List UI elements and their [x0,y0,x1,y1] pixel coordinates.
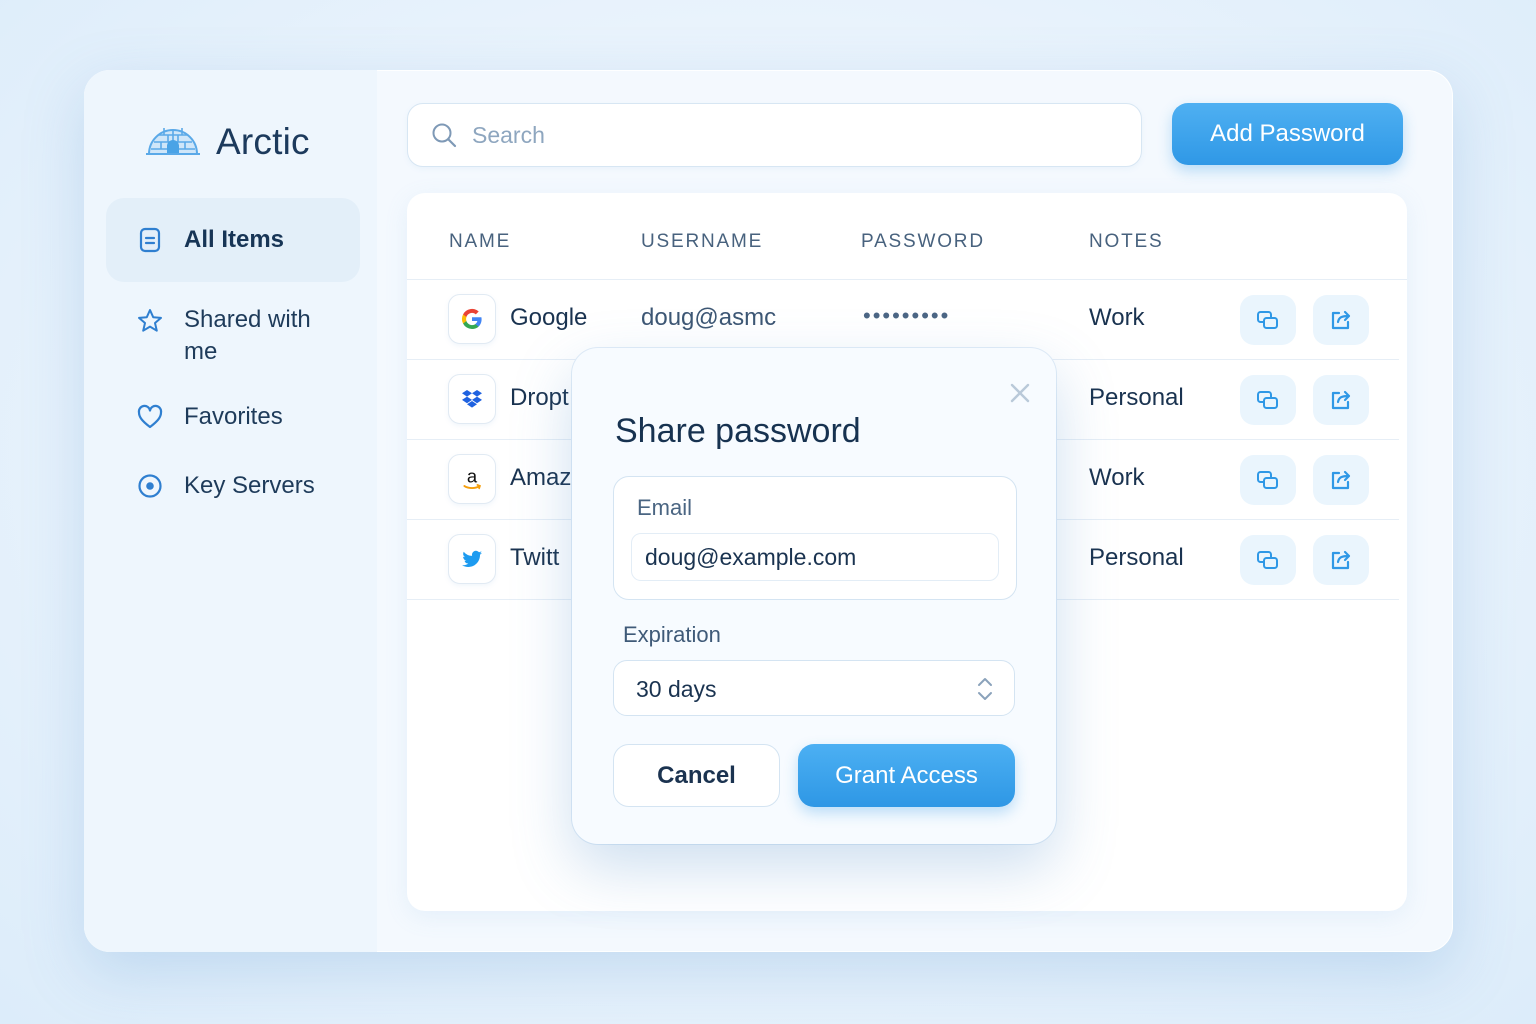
svg-text:a: a [467,466,478,486]
grant-access-button[interactable]: Grant Access [798,744,1015,807]
share-icon [1331,390,1351,410]
row-notes: Personal [1089,384,1184,411]
sidebar-item-label: Favorites [184,403,283,430]
document-icon [139,227,161,253]
share-button[interactable] [1313,295,1369,345]
copy-icon [1257,391,1278,409]
sidebar-item-label: Shared with me [184,306,311,365]
email-label: Email [637,495,693,520]
row-notes: Personal [1089,544,1184,571]
search-bar[interactable] [407,103,1142,167]
sidebar-item-label: Key Servers [184,472,315,499]
share-icon [1331,550,1351,570]
add-password-button[interactable]: Add Password [1172,103,1403,165]
email-field[interactable] [631,533,999,581]
row-name: Google [510,304,588,331]
share-icon [1331,310,1351,330]
twitter-logo-icon [448,534,496,584]
close-button[interactable] [1000,378,1030,406]
share-password-dialog: Share password Email Expiration 30 days … [572,348,1056,844]
sidebar-item-key-servers[interactable]: Key Servers [106,472,360,500]
copy-button[interactable] [1240,295,1296,345]
share-button[interactable] [1313,455,1369,505]
copy-button[interactable] [1240,375,1296,425]
column-header-notes[interactable]: NOTES [1089,231,1163,253]
row-password: ••••••••• [863,303,951,328]
expiration-label: Expiration [623,622,721,647]
sidebar-item-favorites[interactable]: Favorites [106,403,360,431]
sidebar-item-label: All Items [184,226,285,253]
chevron-up-down-icon [978,678,992,700]
row-notes: Work [1089,304,1145,331]
column-header-password[interactable]: PASSWORD [861,231,985,253]
google-logo-icon [448,294,496,344]
close-icon [1010,383,1030,403]
copy-icon [1257,311,1278,329]
heart-icon [137,404,163,429]
row-name: Dropt [510,384,569,411]
sidebar-item-shared-with-me[interactable]: Shared with me [106,304,326,368]
dropbox-logo-icon [448,374,496,424]
table-header: NAME USERNAME PASSWORD NOTES [407,193,1407,280]
search-input[interactable] [470,120,1074,150]
expiration-value: 30 days [636,676,717,702]
row-notes: Work [1089,464,1145,491]
row-name: Twitt [510,544,560,571]
dialog-title: Share password [615,412,861,450]
copy-button[interactable] [1240,455,1296,505]
row-name: Amaz [510,464,572,491]
brand: Arctic [144,116,310,167]
cancel-button[interactable]: Cancel [613,744,780,807]
copy-button[interactable] [1240,535,1296,585]
column-header-name[interactable]: NAME [449,231,511,253]
location-pin-icon [138,474,162,498]
sidebar: Arctic All Items Shared with me Favorite… [84,70,377,952]
copy-icon [1257,471,1278,489]
amazon-logo-icon: a [448,454,496,504]
share-button[interactable] [1313,535,1369,585]
app-name: Arctic [216,120,310,162]
row-username: doug@asmc [641,304,777,331]
expiration-select[interactable]: 30 days [613,660,1015,716]
igloo-icon [144,116,202,167]
sidebar-item-all-items[interactable]: All Items [106,198,360,282]
search-icon [432,123,457,148]
email-field-group: Email [613,476,1017,600]
share-button[interactable] [1313,375,1369,425]
share-icon [1331,470,1351,490]
copy-icon [1257,551,1278,569]
column-header-username[interactable]: USERNAME [641,231,763,253]
star-icon [138,309,162,332]
